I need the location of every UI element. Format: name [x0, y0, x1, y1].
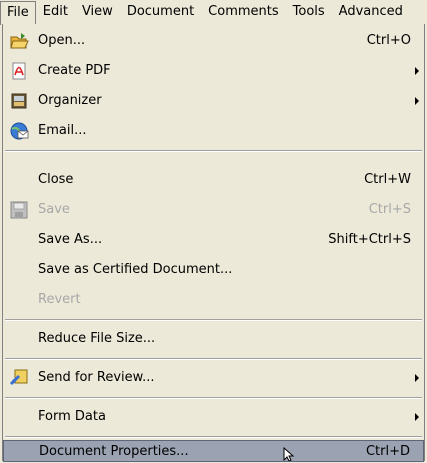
menu-item-organizer[interactable]: Organizer: [3, 86, 424, 116]
submenu-arrow-icon: [415, 67, 419, 75]
menu-separator: [5, 436, 422, 438]
send-review-icon: [9, 369, 28, 386]
submenu-arrow-icon: [415, 413, 419, 421]
menu-item-label: Create PDF: [38, 63, 111, 78]
menu-item-revert: Revert: [3, 285, 424, 315]
save-icon: [10, 201, 28, 219]
menu-bar: File Edit View Document Comments Tools A…: [0, 0, 427, 25]
menu-item-email[interactable]: Email...: [3, 116, 424, 146]
menu-item-reduce-file-size[interactable]: Reduce File Size...: [3, 324, 424, 354]
shortcut-label: Ctrl+S: [368, 202, 411, 217]
menu-item-save-certified[interactable]: Save as Certified Document...: [3, 255, 424, 285]
menu-item-save-as[interactable]: Save As... Shift+Ctrl+S: [3, 225, 424, 255]
menu-item-label: Document Properties...: [39, 444, 189, 459]
submenu-arrow-icon: [415, 97, 419, 105]
menu-item-label: Organizer: [38, 93, 102, 108]
menu-item-label: Send for Review...: [38, 370, 155, 385]
menu-separator: [5, 397, 422, 399]
menu-separator: [5, 358, 422, 360]
menu-comments[interactable]: Comments: [201, 1, 285, 23]
menu-item-form-data[interactable]: Form Data: [3, 402, 424, 432]
menu-item-document-properties[interactable]: Document Properties... Ctrl+D: [3, 440, 424, 462]
menu-edit[interactable]: Edit: [36, 1, 75, 23]
menu-item-save: Save Ctrl+S: [3, 195, 424, 225]
menu-separator: [5, 150, 422, 152]
menu-item-close[interactable]: Close Ctrl+W: [3, 165, 424, 195]
email-icon: [10, 122, 29, 140]
menu-item-create-pdf[interactable]: Create PDF: [3, 56, 424, 86]
menu-separator: [5, 319, 422, 321]
menu-item-label: Open...: [38, 33, 86, 48]
pdf-icon: [12, 62, 26, 80]
menu-advanced[interactable]: Advanced: [332, 1, 410, 23]
menu-tools[interactable]: Tools: [286, 1, 332, 23]
menu-item-label: Reduce File Size...: [38, 331, 156, 346]
folder-open-icon: [10, 33, 29, 49]
menu-file[interactable]: File: [0, 0, 36, 25]
shortcut-label: Ctrl+O: [366, 33, 411, 48]
menu-item-label: Save as Certified Document...: [38, 262, 233, 277]
menu-item-label: Revert: [38, 292, 81, 307]
submenu-arrow-icon: [415, 374, 419, 382]
menu-item-label: Close: [38, 172, 74, 187]
mouse-pointer-icon: [283, 447, 295, 461]
menu-item-open[interactable]: Open... Ctrl+O: [3, 26, 424, 56]
file-menu-dropdown: Open... Ctrl+O Create PDF Organizer Emai…: [2, 24, 425, 462]
menu-item-label: Form Data: [38, 409, 106, 424]
menu-document[interactable]: Document: [120, 1, 201, 23]
menu-item-label: Save As...: [38, 232, 103, 247]
shortcut-label: Ctrl+D: [365, 444, 410, 459]
menu-item-send-for-review[interactable]: Send for Review...: [3, 363, 424, 393]
organizer-icon: [11, 93, 27, 109]
menu-item-label: Save: [38, 202, 70, 217]
menu-view[interactable]: View: [75, 1, 120, 23]
shortcut-label: Shift+Ctrl+S: [328, 232, 411, 247]
menu-item-label: Email...: [38, 123, 87, 138]
shortcut-label: Ctrl+W: [364, 172, 411, 187]
